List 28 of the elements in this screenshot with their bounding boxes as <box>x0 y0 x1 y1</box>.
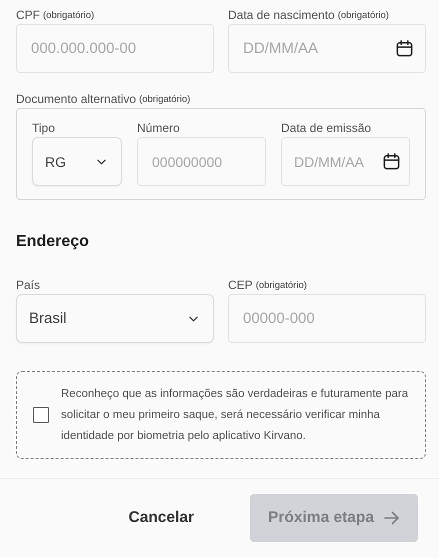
arrow-icon <box>384 511 400 525</box>
consent-text: Reconheço que as informações são verdadeiras e futuramente para solicitar o meu primeiro saque, será necessário verificar minha identidade por biometria pelo aplicativo Kirvano. <box>61 386 410 444</box>
section-heading: Endereço <box>16 233 90 251</box>
chevron-icon <box>189 316 198 322</box>
field-label: CPF <box>16 8 40 22</box>
dropdown[interactable]: RG <box>32 137 122 186</box>
cancel-button[interactable]: Cancelar <box>110 494 212 542</box>
field-label: Data de nascimento <box>228 8 335 22</box>
field-label: Número <box>137 121 180 135</box>
required-note: (obrigatório) <box>338 10 389 20</box>
input-field[interactable]: 000.000.000-00 <box>16 24 214 73</box>
required-note: (obrigatório) <box>43 10 94 20</box>
chevron-icon <box>97 158 106 164</box>
input-field[interactable]: 000000000 <box>137 137 266 186</box>
checkbox[interactable] <box>33 407 49 423</box>
required-note: (obrigatório) <box>256 280 307 290</box>
field-label: Data de emissão <box>281 121 372 135</box>
field-label: Tipo <box>32 121 55 135</box>
calendar-icon[interactable] <box>382 152 401 171</box>
required-note: (obrigatório) <box>139 94 190 104</box>
dropdown[interactable]: Brasil <box>16 294 214 343</box>
date-field[interactable]: DD/MM/AA <box>228 24 426 73</box>
calendar-icon[interactable] <box>395 39 414 58</box>
date-field[interactable]: DD/MM/AA <box>281 137 410 186</box>
section-label: Documento alternativo <box>16 92 136 106</box>
field-label: País <box>16 278 40 292</box>
field-label: CEP <box>228 278 253 292</box>
input-field[interactable]: 00000-000 <box>228 294 426 343</box>
